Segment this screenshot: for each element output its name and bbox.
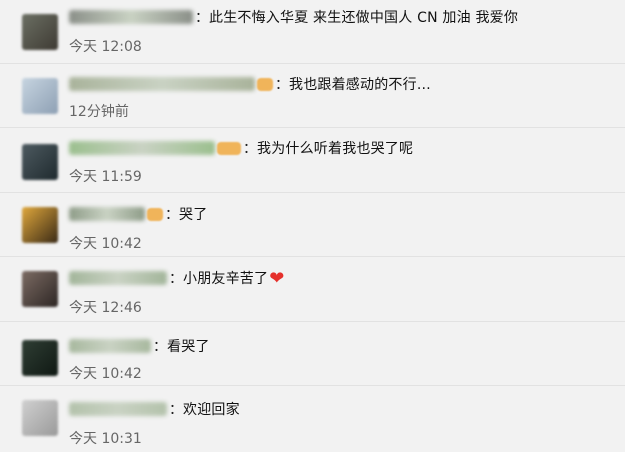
comment-item: ： 此生不悔入华夏 来生还做中国人 CN 加油 我爱你 今天 12:08: [0, 0, 625, 66]
comment-text: 哭了: [179, 207, 208, 223]
comment-text: 我也跟着感动的不行…: [289, 77, 431, 93]
username-blurred[interactable]: [69, 271, 167, 285]
username-blurred[interactable]: [69, 207, 145, 221]
avatar[interactable]: [22, 14, 58, 50]
comment-text: 我为什么听着我也哭了呢: [257, 141, 414, 157]
name-colon: ：: [153, 339, 167, 355]
avatar[interactable]: [22, 400, 58, 436]
username-blurred[interactable]: [69, 402, 167, 416]
avatar[interactable]: [22, 207, 58, 243]
comment-item: ： 我为什么听着我也哭了呢 今天 11:59: [0, 128, 625, 194]
comment-text: 欢迎回家: [183, 402, 240, 418]
comment-time: 今天 10:31: [69, 431, 142, 447]
avatar[interactable]: [22, 78, 58, 114]
avatar[interactable]: [22, 340, 58, 376]
comment-text: 看哭了: [167, 339, 210, 355]
red-heart-icon: ❤: [269, 267, 285, 289]
comment-list: ： 此生不悔入华夏 来生还做中国人 CN 加油 我爱你 今天 12:08 ： 我…: [0, 0, 625, 447]
comment-item: ： 看哭了 今天 10:42: [0, 322, 625, 388]
username-blurred[interactable]: [69, 77, 255, 91]
name-colon: ：: [195, 10, 209, 26]
vip-badge-icon: [147, 207, 163, 221]
comment-time: 今天 12:46: [69, 300, 142, 316]
name-colon: ：: [165, 207, 179, 223]
name-colon: ：: [243, 141, 257, 157]
comment-item: ： 小朋友辛苦了 ❤ 今天 12:46: [0, 257, 625, 323]
comment-item: ： 我也跟着感动的不行… 12分钟前: [0, 64, 625, 130]
name-colon: ：: [275, 77, 289, 93]
comment-text: 小朋友辛苦了: [183, 271, 269, 287]
comment-item: ： 欢迎回家 今天 10:31: [0, 386, 625, 452]
username-blurred[interactable]: [69, 10, 193, 24]
comment-time: 今天 10:42: [69, 366, 142, 382]
vip-badge-icon: [217, 141, 241, 155]
username-blurred[interactable]: [69, 141, 215, 155]
comment-time: 今天 11:59: [69, 169, 142, 185]
username-blurred[interactable]: [69, 339, 151, 353]
comment-time: 今天 10:42: [69, 236, 142, 252]
vip-badge-icon: [257, 77, 273, 91]
avatar[interactable]: [22, 144, 58, 180]
name-colon: ：: [169, 402, 183, 418]
comment-item: ： 哭了 今天 10:42: [0, 193, 625, 259]
avatar[interactable]: [22, 271, 58, 307]
comment-text: 此生不悔入华夏 来生还做中国人 CN 加油 我爱你: [209, 10, 519, 26]
comment-time: 12分钟前: [69, 104, 129, 120]
comment-time: 今天 12:08: [69, 39, 142, 55]
name-colon: ：: [169, 271, 183, 287]
